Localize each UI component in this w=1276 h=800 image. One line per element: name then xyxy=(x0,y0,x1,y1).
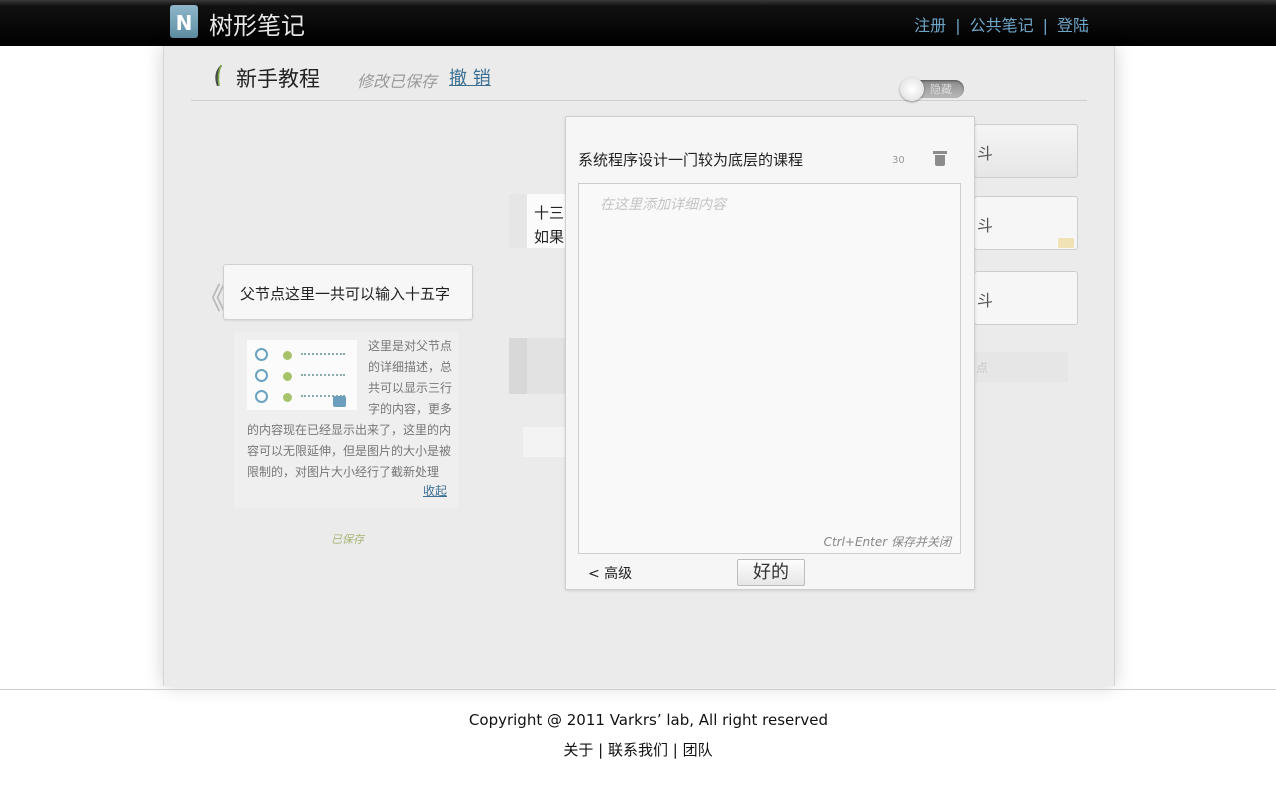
undo-link[interactable]: 撤 销 xyxy=(449,64,491,90)
advanced-link[interactable]: < 高级 xyxy=(588,563,632,583)
image-spacer xyxy=(247,336,368,416)
node-notch xyxy=(509,338,527,394)
grandchild-node[interactable]: 斗 xyxy=(974,271,1078,325)
footer-divider xyxy=(0,689,1276,690)
node-detail-panel: 这里是对父节点的详细描述，总共可以显示三行字的内容，更多的内容现在已经显示出来了… xyxy=(234,332,458,508)
save-status: 修改已保存 xyxy=(357,72,438,91)
comment-icon[interactable] xyxy=(1058,238,1074,248)
team-link[interactable]: 团队 xyxy=(683,741,713,759)
public-notes-link[interactable]: 公共笔记 xyxy=(970,16,1034,35)
parent-node-text: 父节点这里一共可以输入十五字 xyxy=(240,285,451,303)
grandchild-node[interactable]: 斗 xyxy=(974,124,1078,178)
node-notch xyxy=(509,194,527,248)
shortcut-hint: Ctrl+Enter 保存并关闭 xyxy=(823,535,951,549)
grandchild-node-text: 斗 xyxy=(977,216,994,235)
footer-separator: | xyxy=(598,741,604,759)
child-node-text: 十三 如果 xyxy=(534,201,564,249)
chevron-left-icon[interactable]: 《 xyxy=(196,274,226,318)
nav-separator: | xyxy=(955,16,961,35)
feather-icon xyxy=(215,64,222,87)
about-link[interactable]: 关于 xyxy=(563,741,593,759)
ok-button[interactable]: 好的 xyxy=(737,559,805,586)
trash-icon[interactable] xyxy=(933,151,947,167)
detail-text: 这里是对父节点的详细描述，总共可以显示三行字的内容，更多的内容现在已经显示出来了… xyxy=(247,336,455,483)
toggle-label: 隐藏 xyxy=(930,83,952,96)
grandchild-node-text: 斗 xyxy=(977,144,994,163)
child-node-line: 十三 xyxy=(534,204,565,222)
add-node-placeholder[interactable]: 点 xyxy=(974,352,1068,382)
visibility-toggle[interactable]: 隐藏 xyxy=(900,77,964,101)
child-node-line: 如果 xyxy=(534,228,565,246)
page-title[interactable]: 新手教程 xyxy=(236,63,320,93)
logo-icon[interactable]: N xyxy=(170,5,198,38)
toggle-knob[interactable] xyxy=(900,77,924,101)
saved-indicator: 已保存 xyxy=(331,533,364,546)
grandchild-node-text: 斗 xyxy=(977,291,994,310)
nav-separator: | xyxy=(1042,16,1048,35)
copyright: Copyright @ 2011 Varkrs’ lab, All right … xyxy=(468,711,829,729)
collapse-link[interactable]: 收起 xyxy=(423,482,447,499)
textarea-placeholder: 在这里添加详细内容 xyxy=(600,197,726,213)
parent-node[interactable]: 父节点这里一共可以输入十五字 xyxy=(223,264,473,320)
node-title-input[interactable]: 系统程序设计一门较为底层的课程 xyxy=(578,149,803,170)
contact-link[interactable]: 联系我们 xyxy=(608,741,668,759)
detail-textarea[interactable]: 在这里添加详细内容 Ctrl+Enter 保存并关闭 xyxy=(578,183,961,554)
login-link[interactable]: 登陆 xyxy=(1057,16,1089,35)
char-counter: 30 xyxy=(892,155,905,166)
top-nav: 注册 | 公共笔记 | 登陆 xyxy=(914,12,1089,36)
top-bar: N 树形笔记 注册 | 公共笔记 | 登陆 xyxy=(0,0,1276,46)
node-editor-dialog: 系统程序设计一门较为底层的课程 30 在这里添加详细内容 Ctrl+Enter … xyxy=(565,116,975,590)
add-node-text: 点 xyxy=(976,361,989,375)
footer-links: 关于 | 联系我们 | 团队 xyxy=(0,739,1276,760)
register-link[interactable]: 注册 xyxy=(914,16,946,35)
footer-separator: | xyxy=(672,741,678,759)
app-name[interactable]: 树形笔记 xyxy=(209,6,305,41)
